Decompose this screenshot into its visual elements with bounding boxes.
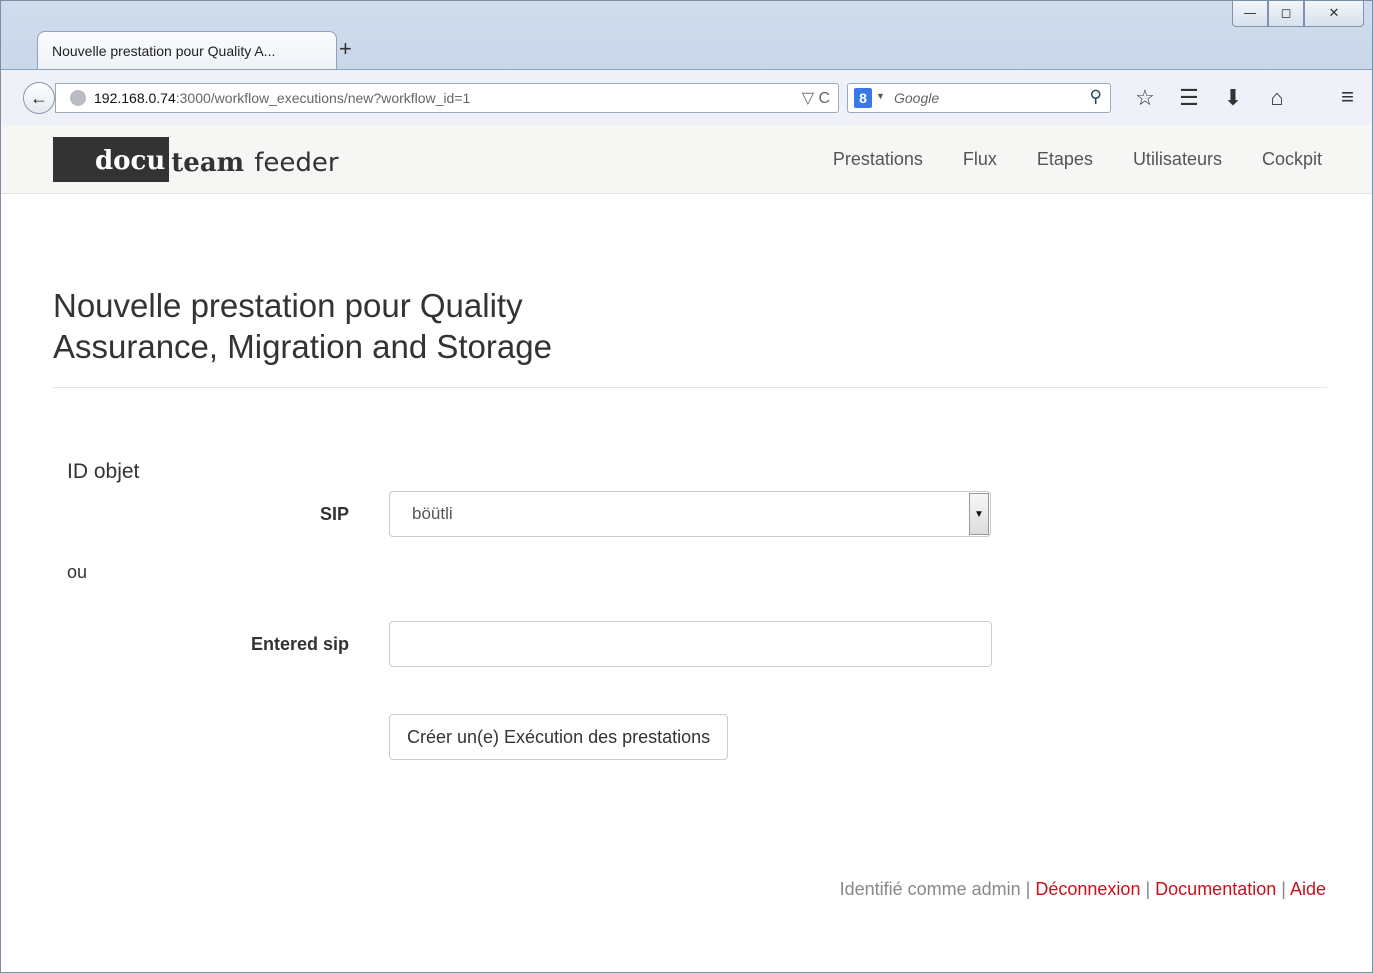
engine-dropdown-icon[interactable]: ▼ <box>876 91 885 101</box>
page-content: docu team feeder Prestations Flux Etapes… <box>1 125 1372 972</box>
footer-separator: | <box>1145 879 1151 899</box>
browser-navbar: ← 192.168.0.74:3000/workflow_executions/… <box>1 69 1372 126</box>
title-divider <box>53 387 1327 388</box>
search-icon[interactable]: ⚲ <box>1090 87 1102 107</box>
footer: Identifié comme admin | Déconnexion | Do… <box>840 879 1326 900</box>
url-host: 192.168.0.74 <box>94 90 176 106</box>
minimize-button[interactable]: — <box>1232 1 1268 27</box>
sip-label: SIP <box>319 504 349 524</box>
identified-as-text: Identifié comme admin <box>839 879 1021 899</box>
hamburger-menu-icon[interactable]: ≡ <box>1341 84 1354 110</box>
form-legend: ID objet <box>67 460 140 483</box>
maximize-button[interactable]: ◻ <box>1268 1 1304 27</box>
back-button[interactable]: ← <box>23 82 55 114</box>
window-controls: — ◻ ✕ <box>1232 1 1364 27</box>
toolbar-icons: ☆ ☰ ⬇ ⌂ <box>1123 82 1299 114</box>
menu-flux[interactable]: Flux <box>963 149 997 170</box>
bookmark-star-icon[interactable]: ☆ <box>1123 82 1167 114</box>
menu-cockpit[interactable]: Cockpit <box>1262 149 1322 170</box>
app-navbar: docu team feeder Prestations Flux Etapes… <box>1 125 1372 194</box>
main-menu: Prestations Flux Etapes Utilisateurs Coc… <box>833 149 1322 170</box>
docuteam-feeder-logo[interactable]: docu team feeder <box>53 137 339 182</box>
browser-tab[interactable]: Nouvelle prestation pour Quality A... <box>37 31 337 69</box>
back-arrow-icon: ← <box>30 87 48 108</box>
footer-separator: | <box>1025 879 1031 899</box>
reading-list-icon[interactable]: ☰ <box>1167 82 1211 114</box>
search-placeholder: Google <box>894 90 940 106</box>
logout-link[interactable]: Déconnexion <box>1035 879 1140 899</box>
url-text: 192.168.0.74:3000/workflow_executions/ne… <box>94 90 470 106</box>
menu-etapes[interactable]: Etapes <box>1037 149 1093 170</box>
browser-window: — ◻ ✕ Nouvelle prestation pour Quality A… <box>0 0 1373 973</box>
logo-team: team <box>171 147 245 178</box>
logo-docu: docu <box>53 137 170 182</box>
dropdown-arrow-icon[interactable]: ▼ <box>969 493 989 535</box>
sip-select[interactable]: böütli ▼ <box>389 491 991 537</box>
download-icon[interactable]: ⬇ <box>1211 82 1255 114</box>
sip-selected-value: böütli <box>412 504 453 523</box>
documentation-link[interactable]: Documentation <box>1155 879 1276 899</box>
close-window-button[interactable]: ✕ <box>1304 1 1364 27</box>
home-icon[interactable]: ⌂ <box>1255 82 1299 114</box>
browser-chrome: — ◻ ✕ Nouvelle prestation pour Quality A… <box>1 1 1372 126</box>
search-bar[interactable]: 8 ▼ Google ⚲ <box>847 83 1111 113</box>
footer-separator: | <box>1281 879 1286 899</box>
menu-utilisateurs[interactable]: Utilisateurs <box>1133 149 1222 170</box>
help-link[interactable]: Aide <box>1290 879 1326 899</box>
url-path: :3000/workflow_executions/new?workflow_i… <box>175 90 471 106</box>
reload-icon[interactable]: ▽ C <box>802 88 830 108</box>
create-execution-button[interactable]: Créer un(e) Exécution des prestations <box>389 714 729 760</box>
entered-sip-input[interactable] <box>389 621 992 667</box>
google-engine-icon[interactable]: 8 <box>854 88 872 108</box>
new-tab-button[interactable]: + <box>339 37 352 61</box>
menu-prestations[interactable]: Prestations <box>833 149 923 170</box>
globe-icon <box>70 90 86 106</box>
entered-sip-label: Entered sip <box>250 634 349 654</box>
page-title: Nouvelle prestation pour Quality Assuran… <box>53 287 552 365</box>
logo-feeder: feeder <box>254 147 339 178</box>
url-bar[interactable]: 192.168.0.74:3000/workflow_executions/ne… <box>55 83 839 113</box>
or-text: ou <box>67 562 88 582</box>
